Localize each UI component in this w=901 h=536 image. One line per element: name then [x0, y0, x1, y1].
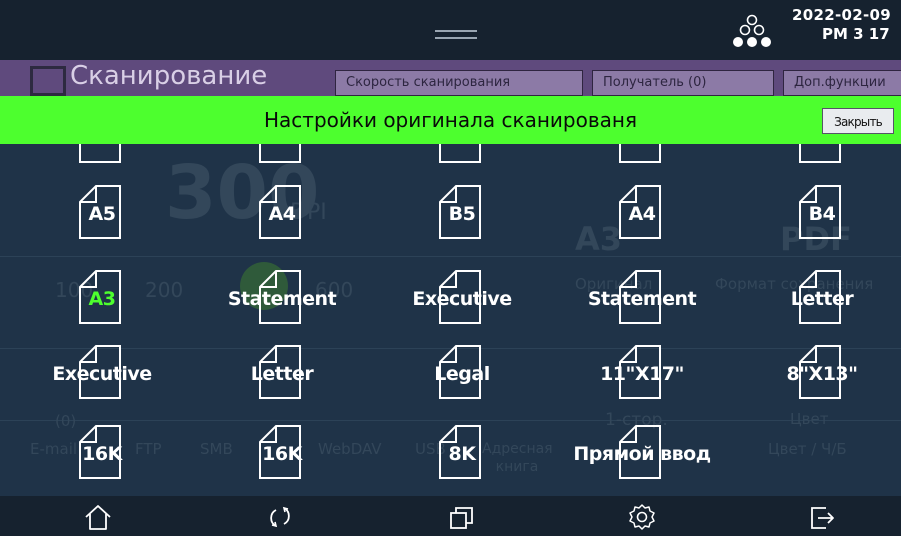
- logout-icon[interactable]: [802, 502, 842, 532]
- users-icon[interactable]: [730, 14, 774, 50]
- paper-size-label: Legal: [434, 363, 490, 385]
- paper-size-option-partial[interactable]: A5: [192, 144, 372, 164]
- dialog-banner: Настройки оригинала сканированя: [0, 96, 901, 144]
- paper-size-label: A4: [628, 203, 656, 225]
- paper-size-option[interactable]: B4: [732, 180, 901, 248]
- tab-scan-speed: Скорость сканирования: [335, 70, 583, 96]
- divider: [0, 256, 901, 257]
- paper-size-label: 11"X17": [600, 363, 684, 385]
- paper-size-option-partial[interactable]: B6: [552, 144, 732, 164]
- clock-time: PM 3 17: [822, 25, 890, 43]
- paper-size-label: Statement: [227, 288, 337, 310]
- close-button[interactable]: Закрыть: [822, 108, 894, 134]
- bg-color-label: Цвет / Ч/Б: [768, 440, 847, 458]
- paper-size-option[interactable]: A4: [192, 180, 372, 248]
- paper-size-option[interactable]: A3: [12, 265, 192, 333]
- copy-icon[interactable]: [442, 502, 482, 532]
- paper-size-label: A5: [372, 144, 552, 148]
- paper-size-option[interactable]: Letter: [732, 265, 901, 333]
- tab-extra: Доп.функции: [783, 70, 901, 96]
- drag-handle[interactable]: [435, 30, 477, 40]
- clock-date: 2022-02-09: [792, 6, 891, 24]
- paper-size-label: B5: [448, 203, 476, 225]
- paper-size-label: B4: [808, 203, 836, 225]
- paper-size-label: B5: [732, 144, 901, 148]
- paper-size-option[interactable]: A4: [552, 180, 732, 248]
- paper-size-label: Авто: [12, 144, 192, 148]
- paper-size-option[interactable]: B5: [372, 180, 552, 248]
- paper-size-option[interactable]: A5: [12, 180, 192, 248]
- paper-size-label: A3: [88, 288, 116, 310]
- paper-size-label: 8"X13": [786, 363, 858, 385]
- home-icon[interactable]: [78, 502, 118, 532]
- paper-size-label: Executive: [412, 288, 512, 310]
- paper-size-option[interactable]: Statement: [192, 265, 372, 333]
- scan-title: Сканирование: [70, 61, 268, 91]
- paper-size-label: A5: [192, 144, 372, 148]
- paper-size-option[interactable]: 8K: [372, 420, 552, 488]
- paper-size-option-partial[interactable]: Авто: [12, 144, 192, 164]
- paper-size-option[interactable]: 11"X17": [552, 340, 732, 408]
- paper-size-label: 16K: [262, 443, 302, 465]
- paper-size-option-partial[interactable]: A5: [372, 144, 552, 164]
- paper-size-label: Letter: [250, 363, 314, 385]
- paper-size-option[interactable]: 16K: [192, 420, 372, 488]
- paper-size-option[interactable]: Legal: [372, 340, 552, 408]
- paper-size-label: A5: [88, 203, 116, 225]
- tab-recipient: Получатель (0): [592, 70, 774, 96]
- paper-size-option[interactable]: Executive: [12, 340, 192, 408]
- paper-size-label: B6: [552, 144, 732, 148]
- paper-size-label: Прямой ввод: [573, 443, 711, 465]
- paper-size-label: 8K: [448, 443, 476, 465]
- paper-size-option[interactable]: Letter: [192, 340, 372, 408]
- paper-size-label: Statement: [587, 288, 697, 310]
- paper-size-option[interactable]: 16K: [12, 420, 192, 488]
- paper-size-label: A4: [268, 203, 296, 225]
- paper-size-label: Letter: [790, 288, 854, 310]
- bg-color-value: Цвет: [790, 410, 829, 428]
- scan-icon: [30, 66, 66, 96]
- paper-size-option-partial[interactable]: B5: [732, 144, 901, 164]
- paper-size-label: 16K: [82, 443, 122, 465]
- dialog-title: Настройки оригинала сканированя: [264, 108, 637, 132]
- settings-icon[interactable]: [622, 502, 662, 532]
- paper-size-option[interactable]: 8"X13": [732, 340, 901, 408]
- paper-size-option[interactable]: Прямой ввод: [552, 420, 732, 488]
- paper-size-label: Executive: [52, 363, 152, 385]
- paper-size-option[interactable]: Executive: [372, 265, 552, 333]
- clock: 2022-02-09 PM 3 17: [792, 6, 901, 44]
- refresh-icon[interactable]: [260, 502, 300, 532]
- paper-size-option[interactable]: Statement: [552, 265, 732, 333]
